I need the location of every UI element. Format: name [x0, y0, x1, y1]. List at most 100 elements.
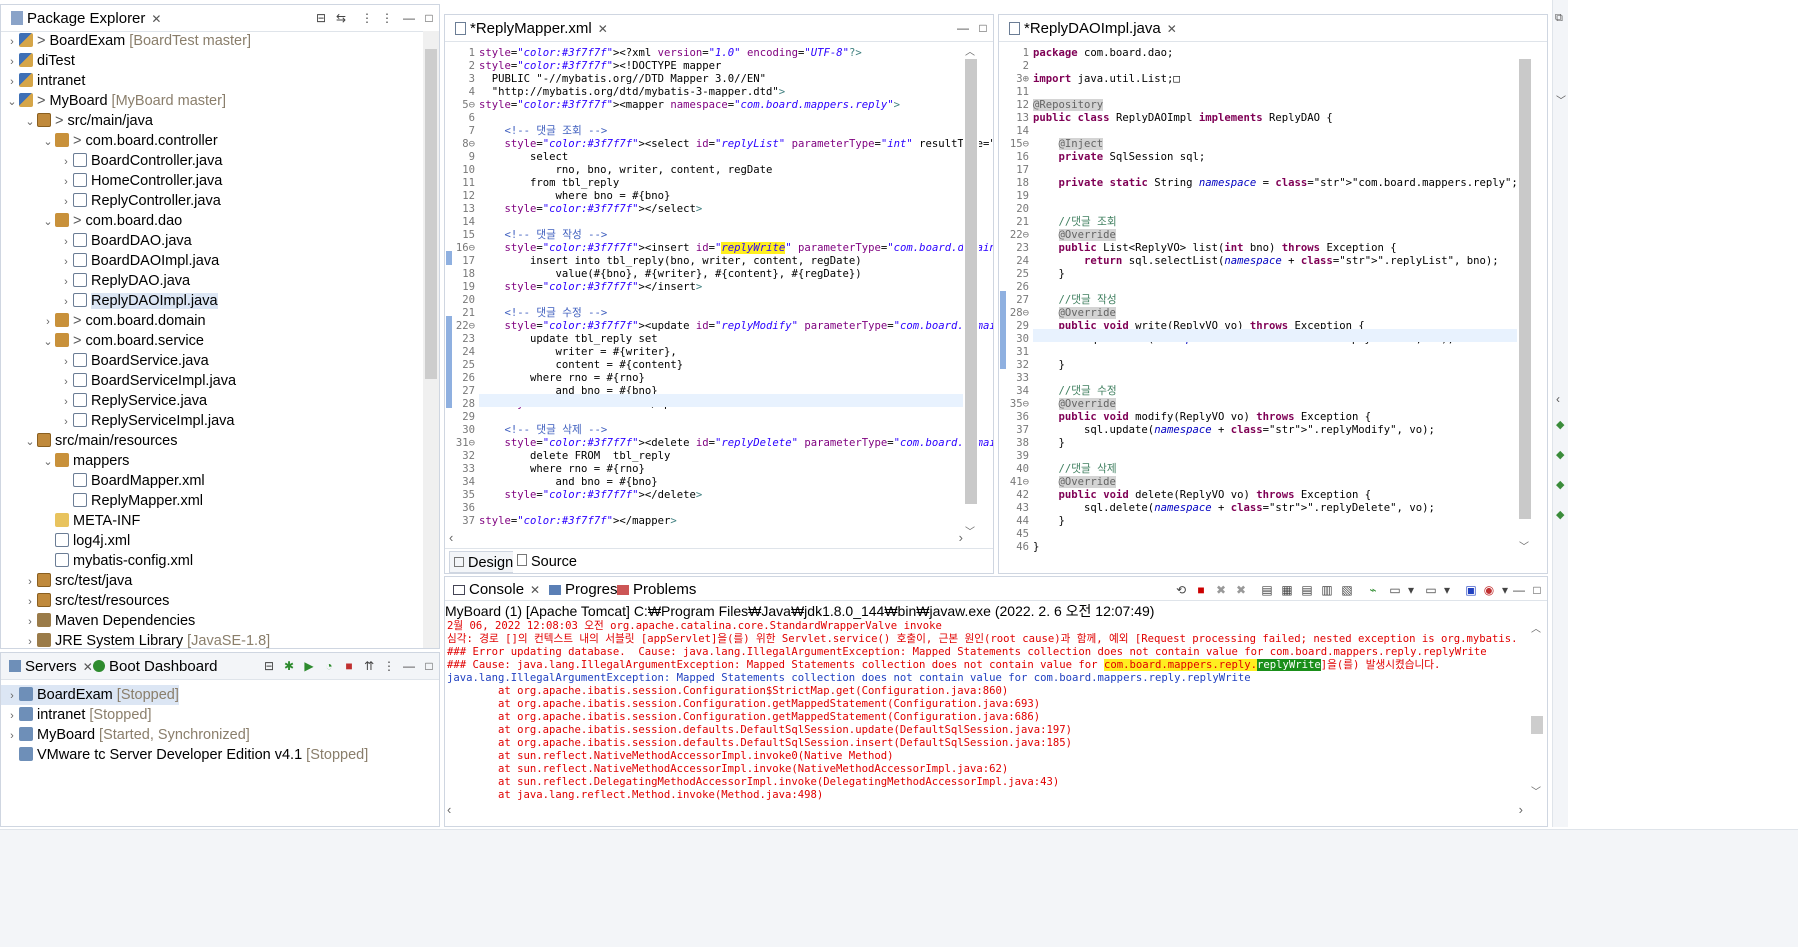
tree-item[interactable]: ⌄ > com.board.dao: [1, 211, 182, 231]
tree-item[interactable]: › HomeController.java: [1, 171, 222, 191]
chevron-right-icon[interactable]: ›: [23, 632, 37, 648]
scrollbar-thumb[interactable]: [1531, 716, 1543, 734]
tree-item[interactable]: › diTest: [1, 51, 75, 71]
tree-item[interactable]: › BoardController.java: [1, 151, 222, 171]
tab-problems[interactable]: Problems: [613, 579, 696, 601]
tree-item[interactable]: log4j.xml: [1, 531, 130, 551]
search-icon[interactable]: ◆: [1556, 508, 1564, 521]
chevron-down-icon[interactable]: ⌄: [41, 332, 55, 352]
chevron-down-icon[interactable]: ⌄: [41, 452, 55, 472]
close-icon[interactable]: ✕: [151, 12, 161, 26]
hierarchy-icon[interactable]: ◆: [1556, 478, 1564, 491]
server-item[interactable]: › MyBoard [Started, Synchronized]: [1, 725, 250, 745]
collapse-all-icon[interactable]: ⊟: [261, 658, 277, 674]
chevron-down-icon[interactable]: ⌄: [41, 132, 55, 152]
tab-source[interactable]: Source: [513, 551, 581, 573]
chevron-down-icon[interactable]: ▾: [1403, 582, 1419, 598]
console-vertical-scrollbar[interactable]: ︿ ﹀: [1529, 620, 1545, 798]
scroll-up-arrow[interactable]: ︿: [965, 43, 975, 58]
filter-icon[interactable]: ⋮: [359, 10, 375, 26]
save-icon[interactable]: ▣: [1463, 582, 1479, 598]
chevron-right-icon[interactable]: ›: [59, 192, 73, 212]
chevron-right-icon[interactable]: ›: [59, 372, 73, 392]
remove-icon[interactable]: ✖: [1233, 582, 1249, 598]
tree-item[interactable]: › ReplyServiceImpl.java: [1, 411, 234, 431]
tree-item[interactable]: META-INF: [1, 511, 140, 531]
tree-item[interactable]: › > com.board.domain: [1, 311, 206, 331]
tree-item[interactable]: ⌄ > src/main/java: [1, 111, 153, 131]
console-output[interactable]: 2월 06, 2022 12:08:03 오전 org.apache.catal…: [445, 620, 1547, 801]
chevron-right-icon[interactable]: ›: [59, 292, 73, 312]
chevron-left-icon[interactable]: ‹: [1556, 392, 1560, 406]
maximize-icon[interactable]: □: [421, 658, 437, 674]
chevron-right-icon[interactable]: ›: [59, 152, 73, 172]
scroll-up-arrow[interactable]: ︿: [1531, 620, 1541, 635]
tree-item[interactable]: ReplyMapper.xml: [1, 491, 203, 511]
chevron-right-icon[interactable]: ›: [59, 172, 73, 192]
mapper-vertical-scrollbar[interactable]: ︿ ﹀: [963, 43, 979, 538]
remove-all-icon[interactable]: ✖: [1213, 582, 1229, 598]
chevron-down-icon[interactable]: ⌄: [23, 112, 37, 132]
tree-item[interactable]: › > BoardExam [BoardTest master]: [1, 31, 251, 51]
profile-icon[interactable]: ◔: [321, 658, 337, 674]
close-icon[interactable]: ✕: [1167, 22, 1177, 36]
close-icon[interactable]: ✕: [530, 583, 540, 597]
publish-icon[interactable]: ⇈: [361, 658, 377, 674]
chevron-down-icon[interactable]: ⌄: [5, 92, 19, 112]
word-wrap-icon[interactable]: ▤: [1299, 582, 1315, 598]
chevron-right-icon[interactable]: ›: [23, 612, 37, 632]
tree-item[interactable]: › BoardDAOImpl.java: [1, 251, 219, 271]
tree-item[interactable]: › BoardServiceImpl.java: [1, 371, 236, 391]
server-item[interactable]: › intranet [Stopped]: [1, 705, 151, 725]
chevron-down-icon[interactable]: ⌄: [23, 432, 37, 452]
scroll-down-arrow[interactable]: ﹀: [965, 523, 975, 538]
server-item[interactable]: › BoardExam [Stopped]: [1, 685, 179, 705]
stop-icon[interactable]: ■: [341, 658, 357, 674]
remove-launch-icon[interactable]: ⟲: [1173, 582, 1189, 598]
package-explorer-scrollbar[interactable]: [423, 31, 439, 648]
debug-icon[interactable]: ✱: [281, 658, 297, 674]
scroll-left-arrow[interactable]: ‹: [447, 802, 451, 817]
minimize-icon[interactable]: —: [1511, 582, 1527, 598]
close-icon[interactable]: ✕: [598, 22, 608, 36]
chevron-right-icon[interactable]: ›: [5, 706, 19, 726]
chevron-right-icon[interactable]: ›: [59, 272, 73, 292]
chevron-down-icon[interactable]: ﹀: [1556, 92, 1566, 107]
mapper-code-area[interactable]: 1 style="color:#3f7f7f"><?xml version="1.…: [445, 43, 993, 538]
dao-code-area[interactable]: 1 package com.board.dao; 2 3⊕ import java.ut…: [999, 43, 1518, 553]
link-with-editor-icon[interactable]: ⇆: [333, 10, 349, 26]
tree-item[interactable]: › src/test/resources: [1, 591, 169, 611]
tree-item[interactable]: ⌄ > com.board.service: [1, 331, 204, 351]
scroll-down-arrow[interactable]: ﹀: [1519, 538, 1529, 553]
tree-item[interactable]: › ReplyController.java: [1, 191, 221, 211]
view-menu-icon[interactable]: ⋮: [381, 658, 397, 674]
clear-console-icon[interactable]: ▤: [1259, 582, 1275, 598]
collapse-all-icon[interactable]: ⊟: [313, 10, 329, 26]
scroll-right-arrow[interactable]: ›: [1519, 802, 1523, 817]
encoding-icon[interactable]: ◉: [1481, 582, 1497, 598]
mapper-horizontal-scrollbar[interactable]: ‹ ›: [449, 530, 963, 546]
outline-icon[interactable]: ◆: [1556, 418, 1564, 431]
terminate-icon[interactable]: ■: [1193, 582, 1209, 598]
tree-item[interactable]: mybatis-config.xml: [1, 551, 193, 571]
tree-item[interactable]: ⌄ > MyBoard [MyBoard master]: [1, 91, 226, 111]
scroll-right-arrow[interactable]: ›: [959, 530, 963, 545]
tree-item[interactable]: › src/test/java: [1, 571, 132, 591]
chevron-right-icon[interactable]: ›: [23, 572, 37, 592]
show-on-output-icon[interactable]: ▥: [1319, 582, 1335, 598]
view-menu-icon[interactable]: ⋮: [379, 10, 395, 26]
tab-design[interactable]: Design: [449, 551, 519, 573]
minimize-icon[interactable]: —: [401, 658, 417, 674]
tab-reply-dao-impl-java[interactable]: *ReplyDAOImpl.java ✕: [1005, 18, 1177, 40]
maximize-icon[interactable]: □: [1529, 582, 1545, 598]
tree-item[interactable]: › ReplyService.java: [1, 391, 207, 411]
chevron-right-icon[interactable]: ›: [5, 72, 19, 92]
pin-console-icon[interactable]: ⌁: [1365, 582, 1381, 598]
start-icon[interactable]: ▶: [301, 658, 317, 674]
tree-item[interactable]: › intranet: [1, 71, 85, 91]
minimize-icon[interactable]: —: [401, 10, 417, 26]
scrollbar-thumb[interactable]: [1519, 59, 1531, 519]
scroll-left-arrow[interactable]: ‹: [449, 530, 453, 545]
maximize-icon[interactable]: □: [421, 10, 437, 26]
tree-item[interactable]: BoardMapper.xml: [1, 471, 205, 491]
